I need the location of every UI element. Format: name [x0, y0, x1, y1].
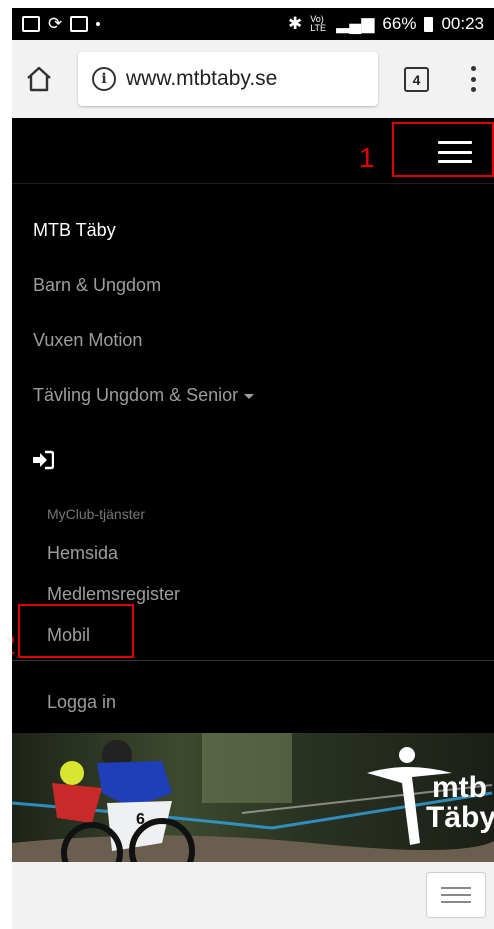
myclub-item-medlemsregister[interactable]: Medlemsregister [47, 584, 180, 605]
myclub-header: MyClub-tjänster [47, 506, 146, 522]
battery-icon [424, 16, 434, 32]
annotation-box-1 [392, 122, 494, 177]
status-left: ⟳ [22, 14, 101, 34]
info-icon[interactable]: i [92, 67, 116, 91]
footer-bar [12, 862, 494, 929]
signal-icon: ▂▄▆ [336, 14, 375, 33]
nav-item-tavling-label: Tävling Ungdom & Senior [33, 385, 239, 405]
sign-in-icon[interactable] [32, 450, 54, 470]
nav-item-vuxen-motion[interactable]: Vuxen Motion [33, 330, 142, 351]
nav-item-tavling[interactable]: Tävling Ungdom & Senior [33, 385, 255, 406]
status-bar: ⟳ ✱ Vo) LTE ▂▄▆ 66% 00:23 [12, 8, 494, 40]
site-navigation: 1 MTB Täby Barn & Ungdom Vuxen Motion Tä… [12, 118, 494, 733]
more-menu-icon[interactable] [470, 66, 476, 92]
nav-item-mtb-taby[interactable]: MTB Täby [33, 220, 116, 241]
hero-banner: mtb Täby 6 [12, 733, 494, 862]
caret-down-icon [244, 393, 255, 399]
annotation-label-1: 1 [359, 142, 375, 173]
logo-text-taby: Täby [426, 801, 494, 834]
clock: 00:23 [441, 14, 484, 33]
bluetooth-icon: ✱ [287, 14, 303, 33]
bib-number: 6 [136, 811, 145, 828]
battery-percent: 66% [382, 14, 417, 33]
activity-icon [70, 16, 89, 32]
status-right: ✱ Vo) LTE ▂▄▆ 66% 00:23 [288, 14, 484, 34]
home-icon[interactable] [24, 64, 54, 94]
url-text: www.mtbtaby.se [126, 67, 278, 90]
sync-icon: ⟳ [48, 14, 63, 33]
notification-dot-icon [96, 22, 101, 26]
nav-divider [12, 660, 494, 661]
tabs-button[interactable]: 4 [404, 67, 429, 92]
phone-screen: ⟳ ✱ Vo) LTE ▂▄▆ 66% 00:23 i www.mtbtaby.… [12, 8, 494, 929]
myclub-item-hemsida[interactable]: Hemsida [47, 543, 118, 564]
hero-photo [12, 733, 494, 862]
nav-item-barn-ungdom[interactable]: Barn & Ungdom [33, 275, 161, 296]
login-link[interactable]: Logga in [47, 692, 116, 713]
address-bar[interactable]: i www.mtbtaby.se [78, 52, 378, 106]
browser-toolbar: i www.mtbtaby.se 4 [12, 40, 494, 118]
gallery-icon [22, 16, 40, 32]
network-label: Vo) LTE [310, 14, 327, 33]
annotation-label-2: 2 [12, 629, 16, 661]
logo-text-mtb: mtb [432, 771, 487, 804]
nav-header: 1 [12, 118, 494, 184]
annotation-box-2 [18, 604, 134, 658]
secondary-menu-button[interactable] [426, 872, 486, 918]
